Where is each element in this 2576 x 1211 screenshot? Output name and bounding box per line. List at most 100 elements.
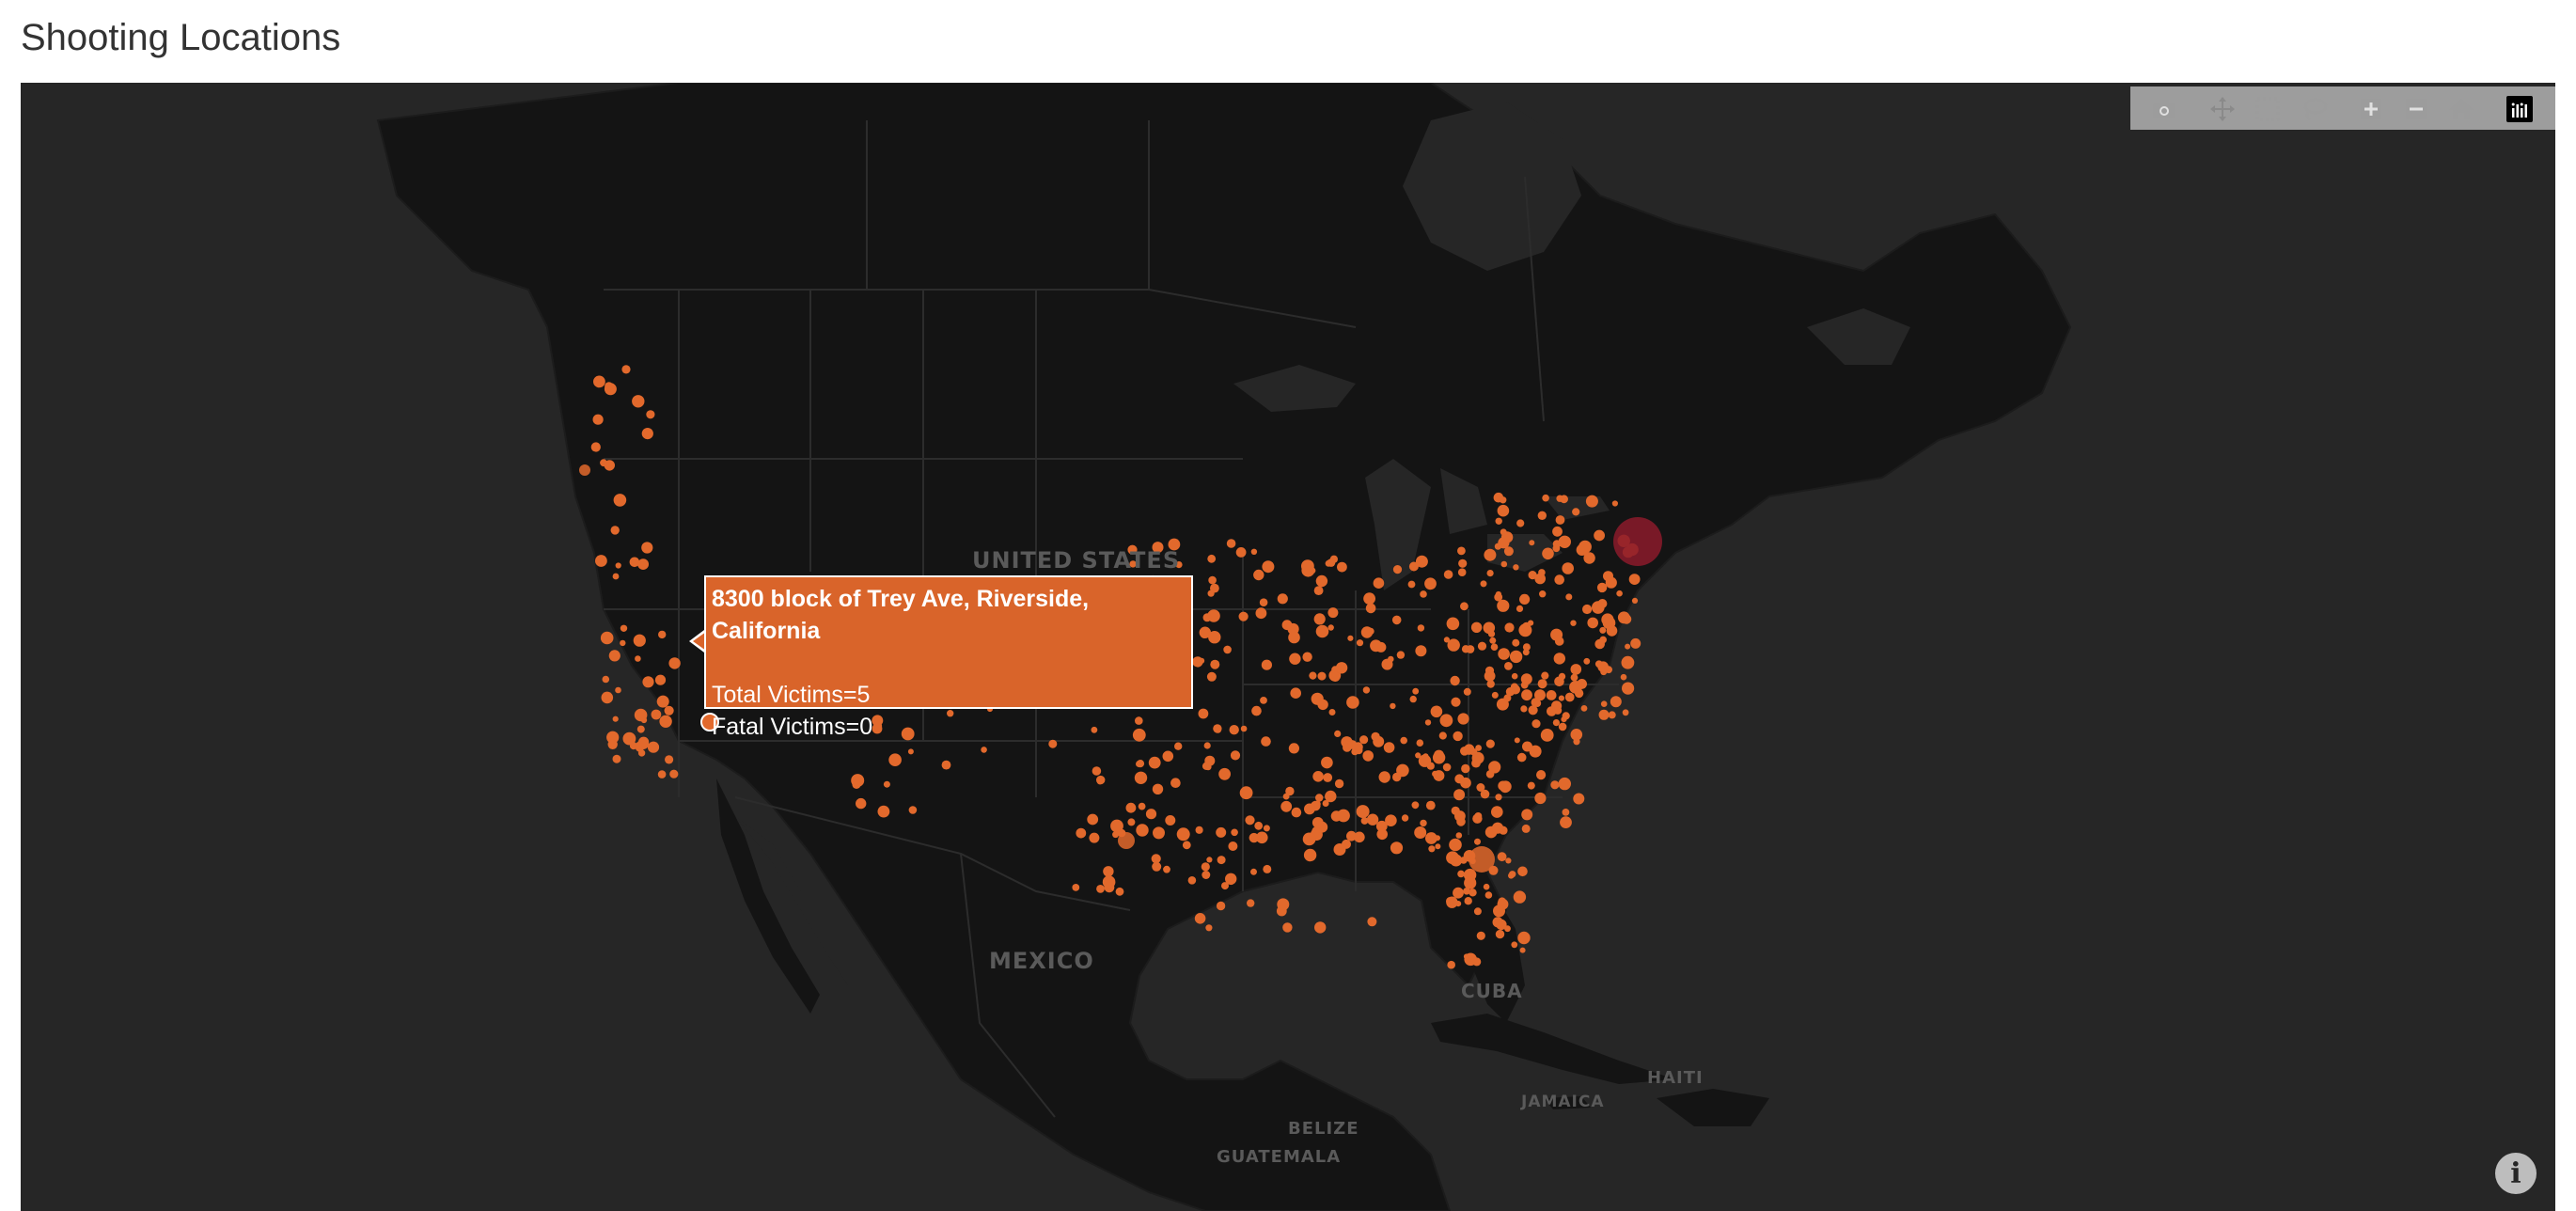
shooting-marker[interactable] [1491,822,1504,834]
shooting-marker[interactable] [1601,613,1614,626]
shooting-marker[interactable] [1496,919,1507,931]
shooting-marker[interactable] [1125,802,1137,813]
shooting-marker[interactable] [1460,602,1469,611]
shooting-marker-large[interactable] [1118,832,1135,849]
shooting-marker[interactable] [1483,621,1496,635]
shooting-marker[interactable] [1230,750,1241,761]
lasso-select-icon[interactable] [2300,94,2330,124]
shooting-marker[interactable] [1521,809,1533,821]
shooting-marker[interactable] [1451,806,1460,815]
shooting-marker[interactable] [1415,555,1428,568]
shooting-marker[interactable] [1534,689,1546,701]
shooting-marker[interactable] [1450,675,1460,686]
shooting-marker[interactable] [1365,603,1376,614]
shooting-marker[interactable] [1517,931,1531,945]
shooting-marker[interactable] [907,748,914,755]
shooting-marker[interactable] [1194,913,1206,924]
shooting-marker[interactable] [600,459,607,467]
shooting-marker[interactable] [1330,671,1341,682]
shooting-marker[interactable] [1505,687,1516,697]
shooting-marker[interactable] [1165,815,1176,826]
shooting-marker[interactable] [1594,529,1605,542]
shooting-marker[interactable] [1370,639,1382,653]
shooting-marker[interactable] [1455,832,1463,839]
shooting-marker[interactable] [668,657,681,669]
shooting-marker[interactable] [1453,731,1463,742]
shooting-marker[interactable] [1313,613,1326,625]
shooting-marker[interactable] [1457,713,1469,725]
shooting-marker[interactable] [1089,832,1100,843]
shooting-marker[interactable] [1392,565,1403,574]
shooting-marker[interactable] [1415,645,1427,657]
shooting-marker[interactable] [1217,856,1226,865]
shooting-marker[interactable] [612,754,621,763]
shooting-marker[interactable] [1622,682,1635,695]
shooting-marker[interactable] [1495,929,1505,939]
shooting-marker[interactable] [1333,843,1346,856]
shooting-marker[interactable] [1570,620,1577,626]
shooting-marker[interactable] [1229,725,1239,735]
shooting-marker[interactable] [659,715,672,728]
shooting-marker[interactable] [1317,699,1328,711]
shooting-marker[interactable] [1416,739,1424,747]
shooting-marker[interactable] [1540,729,1554,742]
shooting-marker[interactable] [1425,832,1437,844]
shooting-marker[interactable] [1337,561,1347,573]
shooting-marker[interactable] [1182,841,1191,850]
shooting-marker[interactable] [1542,547,1554,560]
shooting-marker[interactable] [1251,705,1262,716]
shooting-marker[interactable] [1356,639,1364,647]
shooting-marker[interactable] [1202,613,1212,622]
shooting-marker[interactable] [1473,907,1482,916]
shooting-marker[interactable] [1521,824,1531,833]
shooting-marker[interactable] [1498,648,1510,660]
shooting-marker[interactable] [656,695,669,708]
info-icon[interactable]: i [2495,1153,2537,1194]
shooting-marker[interactable] [1476,931,1485,940]
shooting-marker[interactable] [1580,705,1588,712]
shooting-marker[interactable] [1516,605,1524,613]
shooting-marker[interactable] [615,686,621,694]
shooting-marker[interactable] [1489,637,1497,644]
shooting-marker[interactable] [1558,722,1567,731]
shooting-marker[interactable] [1550,780,1560,790]
shooting-marker[interactable] [1620,673,1627,681]
shooting-marker[interactable] [1565,593,1573,601]
shooting-marker[interactable] [1558,777,1572,791]
shooting-marker[interactable] [1534,792,1547,805]
shooting-marker[interactable] [1285,786,1295,796]
shooting-marker[interactable] [1474,812,1483,820]
shooting-marker[interactable] [1104,882,1115,893]
shooting-marker[interactable] [1302,832,1316,846]
shooting-marker[interactable] [1227,878,1234,886]
shooting-marker[interactable] [1367,917,1377,927]
shooting-marker-large[interactable] [1469,846,1495,873]
shooting-marker[interactable] [1554,676,1564,687]
shooting-marker[interactable] [1327,624,1334,631]
shooting-marker[interactable] [1622,709,1629,716]
shooting-marker[interactable] [1187,876,1197,885]
shooting-marker[interactable] [981,747,987,753]
shooting-marker[interactable] [635,655,641,662]
shooting-marker[interactable] [1325,559,1332,567]
shooting-marker[interactable] [1096,778,1103,785]
shooting-marker[interactable] [1312,817,1324,828]
shooting-marker[interactable] [1325,790,1337,803]
shooting-marker[interactable] [1170,778,1181,788]
shooting-marker[interactable] [1392,772,1402,782]
shooting-marker[interactable] [1366,813,1379,826]
shooting-marker[interactable] [1162,750,1174,763]
shooting-marker[interactable] [1210,583,1219,593]
shooting-marker[interactable] [1529,540,1535,546]
shooting-marker[interactable] [1201,862,1210,872]
shooting-marker[interactable] [592,414,604,425]
shooting-marker[interactable] [1261,659,1272,670]
shooting-marker[interactable] [1390,702,1396,710]
shooting-marker[interactable] [1500,531,1514,543]
shooting-marker[interactable] [1208,631,1221,644]
shooting-marker[interactable] [1498,897,1507,906]
shooting-marker[interactable] [1471,758,1481,768]
reset-view-icon[interactable] [2446,94,2476,124]
shooting-marker[interactable] [1315,574,1328,588]
shooting-marker[interactable] [1314,921,1327,934]
